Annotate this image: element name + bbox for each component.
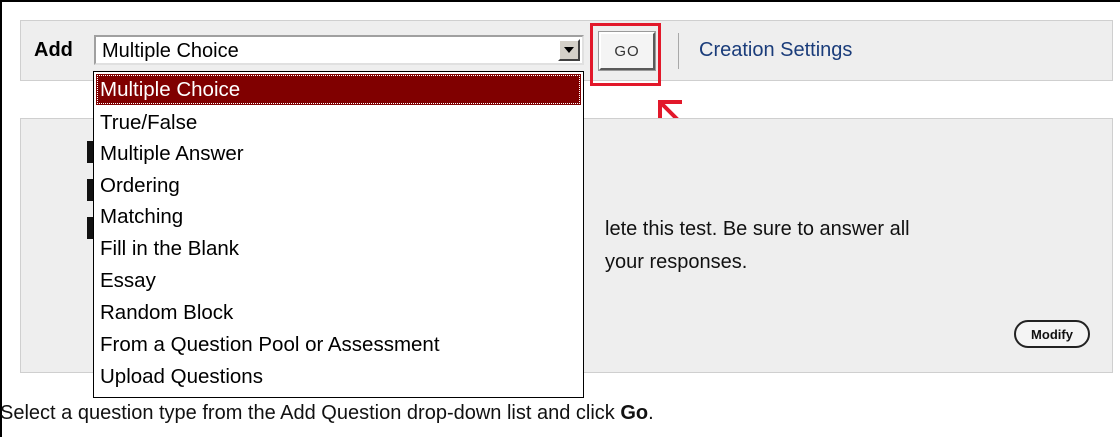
dropdown-option-multiple-answer[interactable]: Multiple Answer [96,138,581,169]
instruction-text: Select a question type from the Add Ques… [0,402,654,425]
dropdown-option-random-block[interactable]: Random Block [96,297,581,328]
chevron-down-icon[interactable] [558,39,580,61]
dropdown-option-true-false[interactable]: True/False [96,107,581,138]
go-button[interactable]: GO [598,31,656,71]
instruction-go-word: Go [620,402,649,424]
question-type-select[interactable]: Multiple Choice [94,35,584,65]
dropdown-option-matching[interactable]: Matching [96,201,581,232]
modify-button[interactable]: Modify [1014,320,1090,348]
dropdown-option-fill-in-the-blank[interactable]: Fill in the Blank [96,233,581,264]
question-type-dropdown-list: Multiple Choice True/False Multiple Answ… [93,71,584,398]
dropdown-option-question-pool[interactable]: From a Question Pool or Assessment [96,329,581,360]
select-current-value: Multiple Choice [102,40,239,62]
dropdown-option-ordering[interactable]: Ordering [96,170,581,201]
dropdown-option-multiple-choice[interactable]: Multiple Choice [96,74,581,105]
dropdown-option-essay[interactable]: Essay [96,265,581,296]
dropdown-option-upload-questions[interactable]: Upload Questions [96,361,581,392]
instruction-main: Select a question type from the Add Ques… [0,402,621,424]
creation-settings-link[interactable]: Creation Settings [699,39,852,62]
instruction-end: . [648,402,654,424]
add-label: Add [34,39,73,61]
toolbar-divider [678,33,679,69]
panel-instructions-line-2: your responses. [605,251,748,273]
panel-instructions-line-1: lete this test. Be sure to answer all [605,218,910,240]
